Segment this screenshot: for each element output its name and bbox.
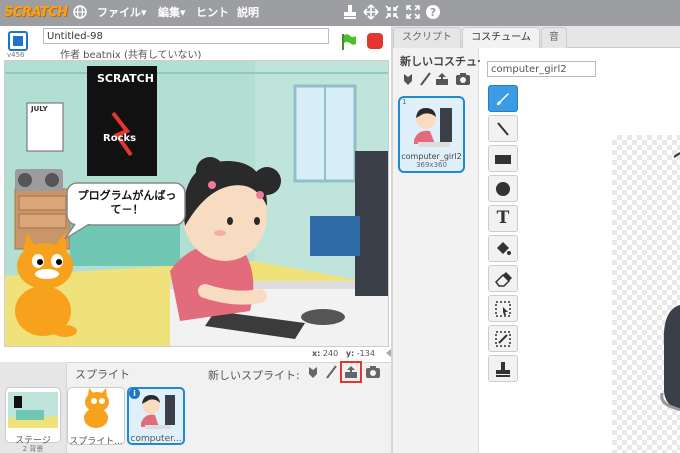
collapse-arrow-icon[interactable] [386, 349, 391, 357]
tab-sounds[interactable]: 音 [541, 27, 567, 48]
upload-sprite-icon[interactable] [343, 365, 359, 381]
camera-sprite-icon[interactable] [365, 365, 381, 381]
costume-size: 369x360 [416, 161, 447, 169]
costume-library-icon[interactable] [401, 72, 415, 88]
line-tool-icon[interactable] [488, 115, 518, 142]
sprite-info-icon[interactable]: i [129, 388, 140, 399]
costume-name: computer_girl2 [401, 152, 462, 161]
stage[interactable]: SCRATCH Rocks JULY プログラムがんばって－！ [4, 60, 389, 347]
help-icon[interactable]: ? [425, 4, 441, 22]
ellipse-tool-icon[interactable] [488, 175, 518, 202]
eraser-tool-icon[interactable] [488, 265, 518, 292]
fill-tool-icon[interactable] [488, 235, 518, 262]
text-tool-icon[interactable]: T [488, 205, 518, 232]
grow-icon[interactable] [363, 4, 379, 22]
coords-y-label: y: [345, 349, 355, 358]
stage-scene [5, 61, 388, 346]
project-title-input[interactable] [43, 28, 329, 44]
calendar-label: JULY [31, 105, 48, 113]
stage-backdrop-count: 2 背景 [22, 445, 44, 453]
version-label: v456 [7, 51, 25, 59]
coords-y: -134 [356, 349, 375, 358]
presentation-mode-button[interactable] [8, 31, 28, 51]
paint-sprite-icon[interactable] [323, 365, 339, 381]
menu-about[interactable]: 説明 [237, 0, 259, 26]
globe-icon[interactable] [72, 4, 88, 22]
menu-edit[interactable]: 編集▾ [158, 0, 186, 26]
sprite-thumb-label: スプライト... [69, 437, 123, 447]
tab-scripts[interactable]: スクリプト [393, 27, 461, 48]
coords-x: 240 [322, 349, 339, 358]
costume-name-input[interactable] [487, 61, 596, 77]
svg-text:?: ? [430, 6, 436, 19]
stop-icon[interactable] [367, 33, 383, 49]
fullscreen-icon[interactable] [405, 4, 421, 22]
mouse-coordinates: x: 240 y: -134 [312, 349, 375, 358]
brush-tool-icon[interactable] [488, 85, 518, 112]
stamp-tool-icon[interactable] [488, 355, 518, 382]
paint-costume-icon[interactable] [418, 72, 432, 88]
costume-number: 1 [402, 98, 407, 106]
green-flag-icon[interactable] [341, 33, 357, 51]
paint-canvas[interactable] [612, 135, 680, 453]
shrink-icon[interactable] [384, 4, 400, 22]
poster-subtitle: Rocks [103, 133, 137, 144]
camera-costume-icon[interactable] [455, 72, 471, 88]
tab-costumes[interactable]: コスチューム [462, 27, 540, 48]
author-label: 作者 beatnix (共有していない) [60, 50, 202, 61]
coords-x-label: x: [312, 349, 321, 358]
remove-background-tool-icon[interactable] [488, 325, 518, 352]
sprite-thumb-label: computer... [130, 434, 182, 444]
menu-file[interactable]: ファイル▾ [97, 0, 147, 26]
upload-costume-icon[interactable] [435, 72, 449, 88]
poster-title: SCRATCH [97, 72, 154, 85]
menu-tips[interactable]: ヒント [196, 0, 229, 26]
select-tool-icon[interactable] [488, 295, 518, 322]
speech-bubble-text: プログラムがんばって－！ [77, 189, 177, 216]
sprites-label: スプライト [75, 368, 130, 381]
new-sprite-label: 新しいスプライト: [208, 369, 300, 382]
rectangle-tool-icon[interactable] [488, 145, 518, 172]
scratch-logo[interactable]: SCRATCH [4, 3, 68, 23]
sprite-library-icon[interactable] [305, 365, 321, 381]
stamp-icon[interactable] [342, 4, 358, 22]
